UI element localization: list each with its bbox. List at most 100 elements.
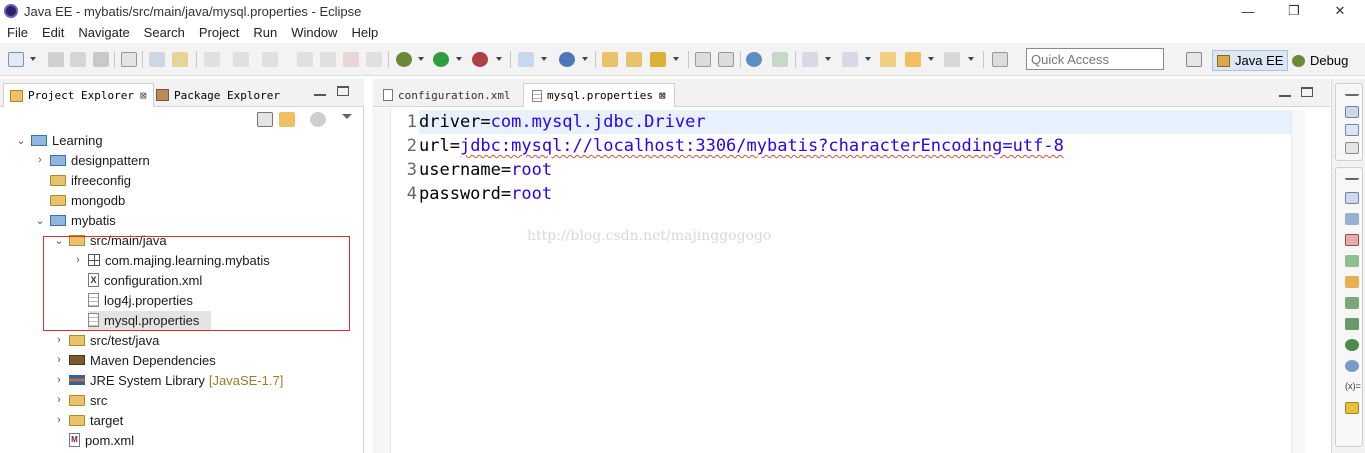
perspective-java-ee[interactable]: Java EE (1212, 50, 1289, 71)
tree-item-jre-system-library[interactable]: › JRE System Library [JavaSE-1.7] (52, 370, 283, 390)
properties-view-icon[interactable] (1345, 142, 1359, 154)
minimize-view-icon[interactable] (314, 86, 326, 96)
tree-item-ifreeconfig[interactable]: ifreeconfig (33, 170, 131, 190)
open-perspective-icon[interactable] (1186, 52, 1202, 67)
task-list-icon[interactable] (1345, 106, 1359, 118)
tree-item-mongodb[interactable]: mongodb (33, 190, 125, 210)
tree-item-designpattern[interactable]: › designpattern (33, 150, 150, 170)
expand-icon[interactable]: › (52, 414, 66, 426)
print-icon[interactable] (93, 52, 109, 67)
previous-annotation-dropdown-icon[interactable] (865, 57, 871, 61)
outline-icon[interactable] (1345, 124, 1359, 136)
resume-icon[interactable] (297, 52, 313, 67)
code-line[interactable]: url=jdbc:mysql://localhost:3306/mybatis?… (419, 134, 1291, 158)
close-tab-icon[interactable]: ⊠ (659, 89, 666, 102)
word-wrap-icon[interactable] (172, 52, 188, 67)
maximize-editor-icon[interactable] (1301, 87, 1313, 97)
restore-icon[interactable] (1345, 174, 1359, 180)
new-server-dropdown-icon[interactable] (541, 57, 547, 61)
menu-project[interactable]: Project (192, 25, 246, 40)
new-class-dropdown-icon[interactable] (582, 57, 588, 61)
code-line[interactable]: password=root (419, 182, 1291, 206)
toggle-block-icon[interactable] (149, 52, 165, 67)
tree-item-mybatis[interactable]: ⌄ mybatis (33, 210, 115, 230)
vertical-scrollbar[interactable] (1291, 110, 1305, 453)
collapse-icon[interactable]: ⌄ (33, 214, 47, 227)
search-dropdown-icon[interactable] (673, 57, 679, 61)
globe-icon[interactable] (746, 52, 762, 67)
new-server-icon[interactable] (518, 52, 534, 67)
minimize-editor-icon[interactable] (1279, 87, 1291, 97)
collapse-icon[interactable]: ⌄ (14, 134, 28, 147)
tree-item-pom-xml[interactable]: M pom.xml (52, 430, 134, 450)
menu-window[interactable]: Window (284, 25, 344, 40)
expand-icon[interactable]: › (52, 354, 66, 366)
show-whitespace-icon[interactable] (695, 52, 711, 67)
perspective-debug[interactable]: Debug (1288, 50, 1352, 71)
menu-run[interactable]: Run (246, 25, 284, 40)
collapse-all-icon[interactable] (257, 112, 273, 127)
new-icon[interactable] (8, 52, 24, 67)
tree-item-src[interactable]: › src (52, 390, 107, 410)
run-external-tools-icon[interactable] (472, 52, 488, 67)
code-text-area[interactable]: driver=com.mysql.jdbc.Driver url=jdbc:my… (419, 110, 1291, 206)
maximize-view-icon[interactable] (337, 86, 349, 96)
debug-dropdown-icon[interactable] (418, 57, 424, 61)
progress-icon[interactable] (1345, 318, 1359, 330)
open-resource-icon[interactable] (626, 52, 642, 67)
redo-icon[interactable] (262, 52, 278, 67)
data-source-explorer-icon[interactable] (1345, 234, 1359, 246)
new-java-class-icon[interactable] (559, 52, 575, 67)
tab-project-explorer[interactable]: Project Explorer ⊠ (3, 83, 154, 107)
external-tools-dropdown-icon[interactable] (496, 57, 502, 61)
back-dropdown-icon[interactable] (928, 57, 934, 61)
focus-on-active-task-icon[interactable] (310, 112, 326, 127)
restore-icon[interactable] (1345, 90, 1359, 96)
new-dropdown-icon[interactable] (30, 57, 36, 61)
back-arrow-icon[interactable] (905, 52, 921, 67)
expand-icon[interactable]: › (33, 154, 47, 166)
call-hierarchy-icon[interactable] (1345, 297, 1359, 309)
view-menu-icon[interactable] (342, 114, 352, 119)
expressions-icon[interactable] (1345, 402, 1359, 414)
breakpoints-icon[interactable] (1345, 360, 1359, 372)
search-view-icon[interactable] (1345, 276, 1359, 288)
run-icon[interactable] (433, 52, 449, 67)
tree-item-maven-dependencies[interactable]: › Maven Dependencies (52, 350, 216, 370)
save-all-icon[interactable] (70, 52, 86, 67)
open-console-icon[interactable] (992, 52, 1008, 67)
tree-item-src-test-java[interactable]: › src/test/java (52, 330, 159, 350)
close-tab-icon[interactable]: ⊠ (140, 89, 147, 102)
tree-item-target[interactable]: › target (52, 410, 123, 430)
debug-view-icon[interactable] (1345, 339, 1359, 351)
menu-search[interactable]: Search (137, 25, 192, 40)
disconnect-icon[interactable] (366, 52, 382, 67)
terminate-icon[interactable] (343, 52, 359, 67)
suspend-icon[interactable] (320, 52, 336, 67)
next-annotation-dropdown-icon[interactable] (825, 57, 831, 61)
tab-package-explorer[interactable]: Package Explorer (150, 83, 286, 107)
forward-dropdown-icon[interactable] (968, 57, 974, 61)
pin-editor-icon[interactable] (772, 52, 788, 67)
servers-icon[interactable] (1345, 213, 1359, 225)
code-line[interactable]: driver=com.mysql.jdbc.Driver (419, 110, 1291, 134)
block-selection-icon[interactable] (718, 52, 734, 67)
run-dropdown-icon[interactable] (456, 57, 462, 61)
tree-item-learning[interactable]: ⌄ Learning (14, 130, 102, 150)
code-line[interactable]: username=root (419, 158, 1291, 182)
minimize-button[interactable]: — (1225, 0, 1271, 22)
link-with-editor-icon[interactable] (279, 112, 295, 127)
debug-disabled-icon[interactable] (204, 52, 220, 67)
variables-icon[interactable]: (x)= (1345, 381, 1361, 393)
expand-icon[interactable]: › (52, 334, 66, 346)
expand-icon[interactable]: › (52, 374, 66, 386)
forward-arrow-icon[interactable] (944, 52, 960, 67)
undo-icon[interactable] (233, 52, 249, 67)
search-wand-icon[interactable] (650, 52, 666, 67)
close-button[interactable]: ✕ (1317, 0, 1363, 22)
menu-edit[interactable]: Edit (35, 25, 71, 40)
snippets-icon[interactable] (1345, 255, 1359, 267)
next-annotation-icon[interactable] (802, 52, 818, 67)
markers-icon[interactable] (1345, 192, 1359, 204)
menu-file[interactable]: File (0, 25, 35, 40)
